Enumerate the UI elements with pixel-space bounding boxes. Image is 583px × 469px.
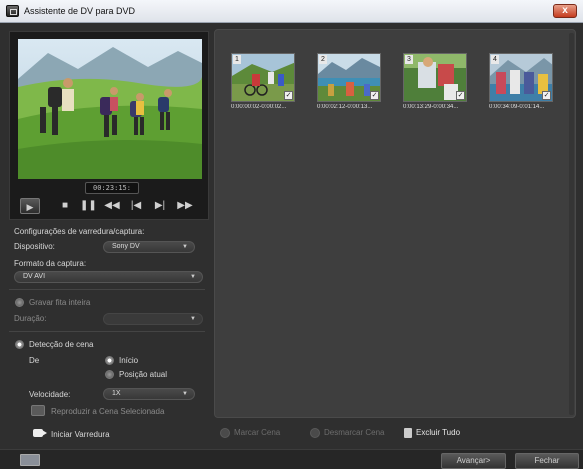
from-current-radio[interactable] <box>105 370 114 379</box>
from-label: De <box>29 356 40 365</box>
pause-icon[interactable]: ❚❚ <box>80 198 97 214</box>
record-whole-tape-radio[interactable] <box>15 298 24 307</box>
format-label: Formato da captura: <box>14 259 87 268</box>
duration-field[interactable]: ▼ <box>103 313 203 325</box>
chevron-down-icon: ▼ <box>182 391 188 397</box>
chevron-down-icon: ▼ <box>190 274 196 280</box>
scene-range: 0:00:00:02-0:00:02... <box>231 104 287 110</box>
duration-label: Duração: <box>14 314 47 323</box>
checkbox-icon[interactable]: ✓ <box>456 91 465 100</box>
left-panel: 00:23:15: ▶ ■ ❚❚ ◀◀ |◀ ▶| ▶▶ Configuraçõ… <box>9 31 209 443</box>
scene-number: 1 <box>233 55 241 64</box>
app-icon <box>6 5 19 17</box>
window-title: Assistente de DV para DVD <box>24 6 136 16</box>
play-icon[interactable]: ▶ <box>20 198 40 214</box>
scene-detection-radio[interactable] <box>15 340 24 349</box>
scene-thumbnail[interactable]: 4 ✓ 0:00:34:09-0:01:14... <box>489 53 553 117</box>
camera-icon <box>31 427 47 439</box>
next-frame-icon[interactable]: ▶| <box>152 198 168 214</box>
rewind-icon[interactable]: ◀◀ <box>104 198 120 214</box>
dv-to-dvd-wizard: 00:23:15: ▶ ■ ❚❚ ◀◀ |◀ ▶| ▶▶ Configuraçõ… <box>0 23 583 469</box>
scrollbar[interactable] <box>569 33 574 415</box>
prev-frame-icon[interactable]: |◀ <box>128 198 144 214</box>
scene-detection-label: Detecção de cena <box>29 340 94 349</box>
device-select-value: Sony DV <box>112 243 140 250</box>
scene-thumbnail[interactable]: 2 ✓ 0:00:02:12-0:00:13... <box>317 53 381 117</box>
settings-section-label: Configurações de varredura/captura: <box>14 227 145 236</box>
scene-image: 4 ✓ <box>489 53 553 102</box>
scene-number: 2 <box>319 55 327 64</box>
checkbox-icon[interactable]: ✓ <box>370 91 379 100</box>
record-whole-tape-label: Gravar fita inteira <box>29 298 91 307</box>
device-select[interactable]: Sony DV ▼ <box>103 241 195 253</box>
device-label: Dispositivo: <box>14 242 55 251</box>
preview-frame: 00:23:15: ▶ ■ ❚❚ ◀◀ |◀ ▶| ▶▶ <box>9 31 209 220</box>
video-preview <box>18 39 202 179</box>
speed-select[interactable]: 1X ▼ <box>103 388 195 400</box>
scene-thumbnail[interactable]: 1 ✓ 0:00:00:02-0:00:02... <box>231 53 295 117</box>
close-window-button[interactable]: x <box>553 4 577 18</box>
scene-range: 0:00:02:12-0:00:13... <box>317 104 373 110</box>
next-button[interactable]: Avançar> <box>441 453 506 469</box>
delete-all-button[interactable]: Excluir Tudo <box>404 427 460 441</box>
play-selected-scene-button[interactable]: Reproduzir a Cena Selecionada <box>51 407 164 416</box>
speed-select-value: 1X <box>112 390 121 397</box>
chevron-down-icon: ▼ <box>182 244 188 250</box>
scene-image: 2 ✓ <box>317 53 381 102</box>
check-icon <box>220 427 230 438</box>
start-scan-button[interactable]: Iniciar Varredura <box>51 430 110 439</box>
unmark-scene-label: Desmarcar Cena <box>324 428 385 437</box>
trash-icon <box>404 427 412 438</box>
scene-number: 4 <box>491 55 499 64</box>
checkbox-icon[interactable]: ✓ <box>542 91 551 100</box>
footer-bar: Avançar> Fechar <box>0 449 583 469</box>
from-start-radio[interactable] <box>105 356 114 365</box>
speed-label: Velocidade: <box>29 390 71 399</box>
scene-range: 0:00:13:29-0:00:34... <box>403 104 459 110</box>
divider <box>9 331 205 332</box>
timecode-display: 00:23:15: <box>85 182 139 194</box>
title-bar: Assistente de DV para DVD x <box>0 0 583 23</box>
from-current-label: Posição atual <box>119 370 168 379</box>
scene-gallery: 1 ✓ 0:00:00:02-0:00:02... 2 ✓ 0:00:02:12… <box>214 29 576 418</box>
unmark-scene-button[interactable]: Desmarcar Cena <box>310 427 384 441</box>
scene-image: 1 ✓ <box>231 53 295 102</box>
checkbox-icon[interactable]: ✓ <box>284 91 293 100</box>
stop-icon[interactable]: ■ <box>58 198 72 214</box>
mark-scene-button[interactable]: Marcar Cena <box>220 427 280 441</box>
chevron-down-icon: ▼ <box>190 316 196 322</box>
mark-scene-label: Marcar Cena <box>234 428 281 437</box>
delete-all-label: Excluir Tudo <box>416 428 461 437</box>
format-select-value: DV AVI <box>23 273 46 280</box>
scene-range: 0:00:34:09-0:01:14... <box>489 104 545 110</box>
divider <box>9 289 205 290</box>
scene-thumbnail[interactable]: 3 ✓ 0:00:13:29-0:00:34... <box>403 53 467 117</box>
transport-controls: ▶ ■ ❚❚ ◀◀ |◀ ▶| ▶▶ <box>20 198 200 216</box>
film-icon <box>31 405 45 416</box>
scene-image: 3 ✓ <box>403 53 467 102</box>
scene-number: 3 <box>405 55 413 64</box>
from-start-label: Início <box>119 356 139 365</box>
format-select[interactable]: DV AVI ▼ <box>14 271 203 283</box>
cross-icon <box>310 427 320 438</box>
close-button[interactable]: Fechar <box>515 453 579 469</box>
scene-actions: Marcar Cena Desmarcar Cena Excluir Tudo <box>214 427 574 441</box>
help-icon[interactable] <box>20 454 40 466</box>
fast-forward-icon[interactable]: ▶▶ <box>176 198 194 214</box>
